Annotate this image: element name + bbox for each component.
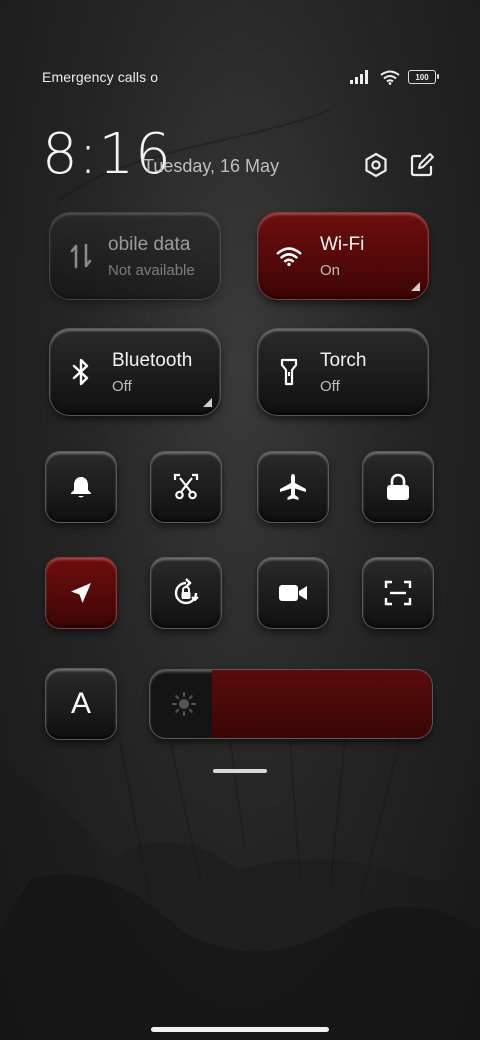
scanner-tile[interactable]: [363, 558, 433, 628]
rotation-lock-tile[interactable]: [151, 558, 221, 628]
ringer-tile[interactable]: [46, 452, 116, 522]
status-icons: 100: [350, 70, 439, 85]
battery-icon: 100: [408, 70, 439, 84]
home-indicator[interactable]: [151, 1027, 329, 1032]
bell-icon: [71, 477, 91, 498]
panel-drag-handle[interactable]: [213, 769, 267, 773]
brightness-slider[interactable]: [150, 670, 432, 738]
battery-level: 100: [415, 72, 429, 82]
edit-icon: [410, 153, 434, 177]
wifi-label: Wi-Fi: [320, 233, 365, 255]
expand-corner-icon: [411, 282, 420, 291]
edit-tiles-button[interactable]: [407, 150, 437, 180]
bluetooth-icon: [68, 358, 94, 386]
airplane-icon: [280, 474, 306, 500]
mobile-data-status: Not available: [108, 261, 195, 279]
rotation-lock-icon: [174, 578, 199, 605]
signal-icon: [350, 70, 368, 84]
bluetooth-status: Off: [112, 377, 132, 395]
mobile-data-label: obile data: [108, 233, 191, 255]
video-camera-icon: [279, 585, 307, 601]
location-tile[interactable]: [46, 558, 116, 628]
screen-recorder-tile[interactable]: [258, 558, 328, 628]
brightness-fill: [212, 670, 432, 738]
torch-tile[interactable]: Torch Off: [258, 329, 428, 415]
date-text: Tuesday, 16 May: [143, 156, 280, 176]
font-size-tile[interactable]: A: [46, 669, 116, 739]
lock-icon: [387, 473, 409, 500]
wifi-status: On: [320, 261, 341, 279]
airplane-mode-tile[interactable]: [258, 452, 328, 522]
torch-status: Off: [320, 377, 340, 395]
carrier-text: Emergency calls o: [42, 69, 159, 85]
mobile-data-tile[interactable]: obile data Not available: [50, 213, 220, 299]
font-size-label: A: [70, 687, 91, 720]
settings-icon: [365, 152, 387, 178]
bluetooth-label: Bluetooth: [112, 349, 193, 371]
wifi-status-icon: [380, 70, 400, 85]
status-bar: Emergency calls o 100: [42, 66, 439, 88]
location-arrow-icon: [71, 583, 91, 603]
clock-time: 8:16: [42, 122, 172, 187]
expand-corner-icon: [203, 398, 212, 407]
wifi-icon: [276, 245, 302, 267]
torch-label: Torch: [320, 349, 367, 371]
brightness-sun-icon: [172, 692, 196, 716]
lock-screen-tile[interactable]: [363, 452, 433, 522]
screenshot-tile[interactable]: [151, 452, 221, 522]
wifi-tile[interactable]: Wi-Fi On: [258, 213, 428, 299]
settings-button[interactable]: [361, 150, 391, 180]
scan-icon: [384, 580, 412, 606]
screenshot-scissors-icon: [173, 473, 199, 500]
torch-icon: [276, 358, 302, 386]
mobile-data-icon: [68, 243, 94, 269]
bluetooth-tile[interactable]: Bluetooth Off: [50, 329, 220, 415]
